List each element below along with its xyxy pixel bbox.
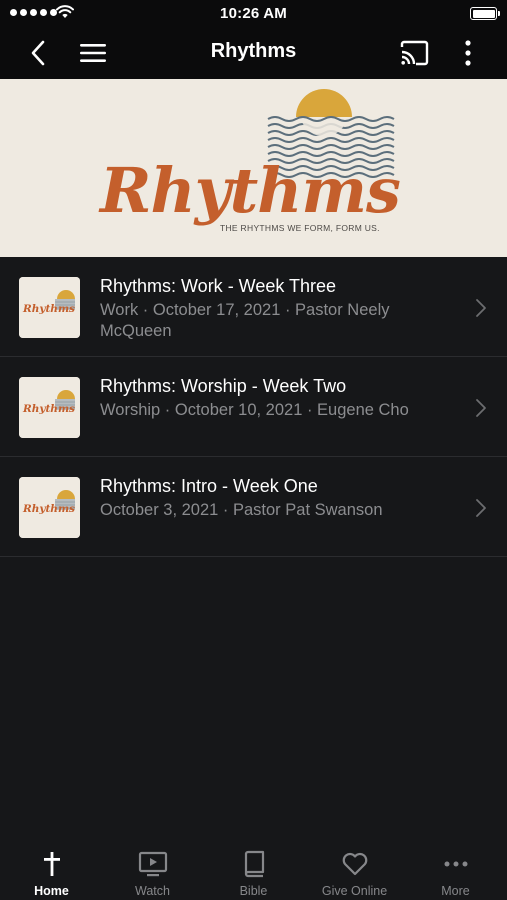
status-time: 10:26 AM [220, 5, 287, 22]
sermon-thumbnail: Rhythms [19, 377, 80, 438]
tab-home[interactable]: Home [1, 840, 102, 900]
tab-give-online[interactable]: Give Online [304, 840, 405, 900]
tab-label: More [441, 884, 470, 898]
book-icon [244, 850, 264, 878]
tab-bible[interactable]: Bible [203, 840, 304, 900]
sermon-row[interactable]: Rhythms Rhythms: Intro - Week One Octobe… [0, 457, 507, 557]
sermon-title: Rhythms: Work - Week Three [100, 276, 337, 296]
sermon-subtitle: Work · October 17, 2021 · Pastor Neely M… [100, 301, 390, 340]
svg-text:Rhythms: Rhythms [22, 503, 75, 515]
sermon-row[interactable]: Rhythms Rhythms: Work - Week Three Work … [0, 257, 507, 357]
hero-tagline: THE RHYTHMS WE FORM, FORM US. [220, 223, 380, 233]
sermon-title: Rhythms: Worship - Week Two [100, 376, 347, 396]
sermon-thumbnail: Rhythms [19, 277, 80, 338]
battery-icon [470, 7, 500, 20]
tab-label: Home [34, 884, 69, 898]
tab-label: Watch [135, 884, 170, 898]
bottom-tab-bar: Home Watch Bible Give Online More [0, 840, 507, 900]
sermon-title: Rhythms: Intro - Week One [100, 476, 318, 496]
tv-play-icon [138, 851, 167, 877]
more-vertical-icon[interactable] [458, 39, 478, 67]
sermon-row[interactable]: Rhythms Rhythms: Worship - Week Two Wors… [0, 357, 507, 457]
series-hero-banner: Rhythms THE RHYTHMS WE FORM, FORM US. [0, 79, 507, 257]
tab-label: Give Online [321, 884, 388, 898]
sermon-list: Rhythms Rhythms: Work - Week Three Work … [0, 257, 507, 557]
hero-wordmark: Rhythms [98, 154, 400, 227]
svg-text:Rhythms: Rhythms [22, 403, 75, 415]
more-dots-icon [444, 861, 467, 867]
page-title: Rhythms [210, 40, 297, 62]
sermon-subtitle: October 3, 2021 · Pastor Pat Swanson [100, 501, 383, 519]
cast-icon[interactable] [398, 39, 430, 67]
tab-watch[interactable]: Watch [102, 840, 203, 900]
heart-icon [342, 852, 367, 876]
tab-label: Bible [239, 884, 268, 898]
tab-more[interactable]: More [405, 840, 506, 900]
nav-bar: Rhythms [0, 28, 507, 79]
sermon-thumbnail: Rhythms [19, 477, 80, 538]
cross-icon [43, 852, 60, 876]
chevron-right-icon [476, 299, 486, 317]
chevron-right-icon [476, 399, 486, 417]
svg-text:Rhythms: Rhythms [22, 303, 75, 315]
chevron-right-icon [476, 499, 486, 517]
status-bar: 10:26 AM [0, 0, 507, 28]
sermon-subtitle: Worship · October 10, 2021 · Eugene Cho [100, 401, 409, 419]
rhythms-series-artwork: Rhythms THE RHYTHMS WE FORM, FORM US. [0, 79, 507, 257]
